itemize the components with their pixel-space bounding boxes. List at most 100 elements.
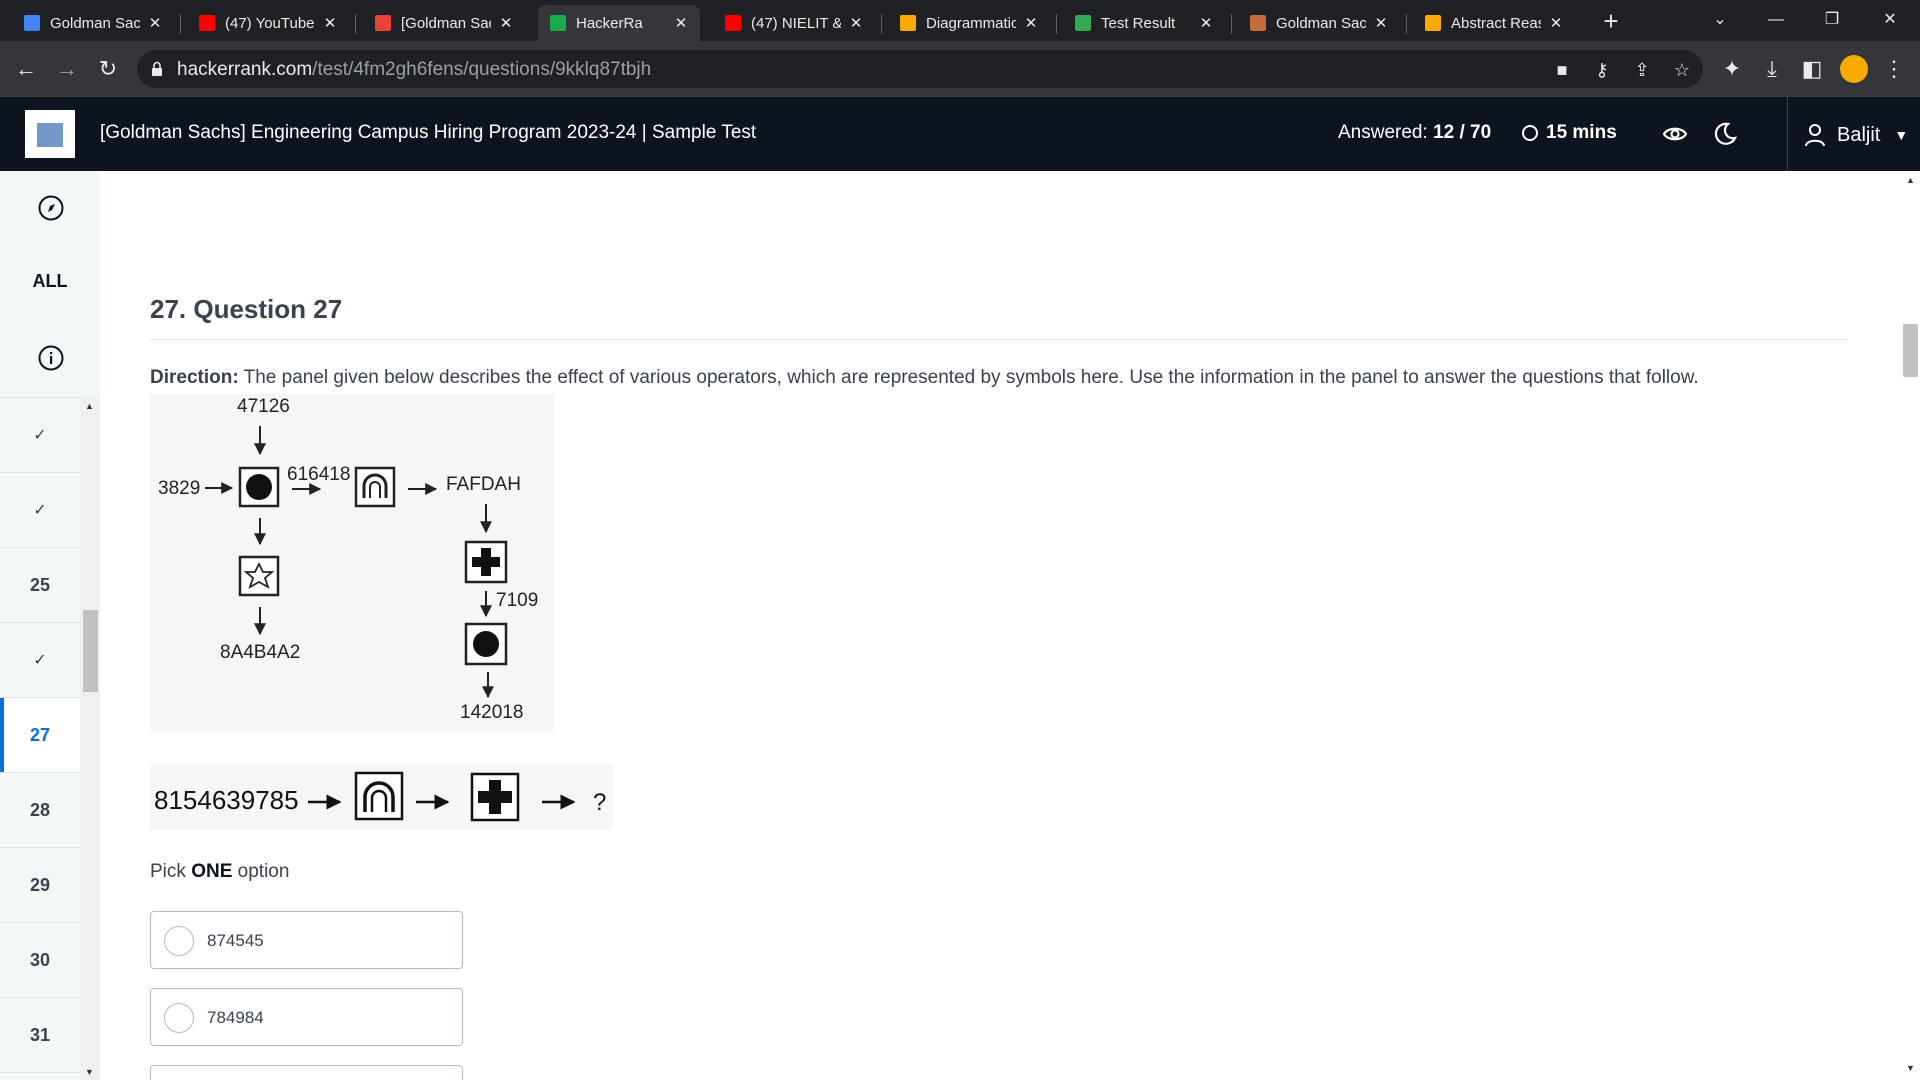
key-icon[interactable]: ⚷ — [1591, 59, 1613, 81]
sidebar-scroll-thumb[interactable] — [83, 610, 98, 692]
question-number: 27 — [29, 724, 51, 745]
extensions-icon[interactable]: ✦ — [1718, 55, 1746, 83]
bookmark-star-icon[interactable]: ☆ — [1671, 59, 1693, 81]
sidebar-question-item[interactable]: 29 — [0, 848, 80, 923]
sidebar-top: ALL — [0, 171, 100, 397]
panel-bottom-right: 142018 — [460, 702, 523, 723]
page-scroll-up[interactable]: ▲ — [1906, 175, 1915, 185]
tab-close-icon[interactable]: ✕ — [1547, 14, 1565, 32]
sidebar-question-item[interactable]: ✓ — [0, 473, 80, 548]
browser-tab[interactable]: Goldman Sac ✕ — [1238, 5, 1400, 41]
browser-tab[interactable]: Goldman Sach ✕ — [12, 5, 174, 41]
camera-blocked-icon[interactable]: ■ — [1551, 59, 1573, 81]
user-menu[interactable]: Baljit ▼ — [1803, 122, 1908, 148]
browser-tab[interactable]: (47) YouTube ✕ — [187, 5, 349, 41]
tab-separator — [1406, 14, 1407, 34]
address-bar[interactable]: hackerrank.com/test/4fm2gh6fens/question… — [137, 50, 1703, 88]
tab-title: Goldman Sac — [1276, 14, 1366, 32]
sidebar-question-item[interactable]: ✓ — [0, 623, 80, 698]
problem-image: 8154639785 ? — [150, 764, 613, 830]
compass-icon[interactable] — [38, 195, 64, 221]
scroll-down-arrow[interactable]: ▼ — [85, 1067, 94, 1077]
question-number: 29 — [29, 874, 51, 895]
tab-close-icon[interactable]: ✕ — [321, 14, 339, 32]
page-scroll-down[interactable]: ▼ — [1906, 1063, 1915, 1073]
reload-icon[interactable]: ↻ — [94, 55, 122, 83]
question-list: ✓ ✓ 25 ✓ 27 28 29 30 31 — [0, 397, 80, 1080]
pick-instruction: Pick ONE option — [150, 861, 290, 882]
tab-title: [Goldman Sac — [401, 14, 491, 32]
gmail-icon — [375, 15, 391, 31]
share-icon[interactable]: ⇪ — [1631, 59, 1653, 81]
warning-icon — [1425, 15, 1441, 31]
caret-down-icon: ▼ — [1894, 127, 1909, 143]
info-icon[interactable] — [38, 345, 64, 371]
restore-icon[interactable]: ❐ — [1812, 6, 1852, 34]
tab-close-icon[interactable]: ✕ — [1372, 14, 1390, 32]
new-tab-button[interactable]: + — [1597, 8, 1625, 36]
download-icon[interactable]: ⤓ — [1758, 55, 1786, 83]
tab-close-icon[interactable]: ✕ — [497, 14, 515, 32]
close-window-icon[interactable]: ✕ — [1870, 6, 1910, 34]
question-number: 31 — [29, 1024, 51, 1045]
tab-close-icon[interactable]: ✕ — [146, 14, 164, 32]
youtube-icon — [199, 15, 215, 31]
browser-tab[interactable]: HackerRa ✕ — [538, 5, 700, 41]
question-number: 25 — [29, 574, 51, 595]
tab-separator — [1231, 14, 1232, 34]
side-panel-icon[interactable]: ◧ — [1798, 55, 1826, 83]
browser-tab[interactable]: Diagrammatic ✕ — [888, 5, 1050, 41]
option-label: 874545 — [207, 931, 264, 950]
sidebar-question-item[interactable]: 25 — [0, 548, 80, 623]
tab-title: Goldman Sach — [50, 14, 140, 32]
hackerrank-icon — [550, 15, 566, 31]
tab-close-icon[interactable]: ✕ — [1022, 14, 1040, 32]
tab-close-icon[interactable]: ✕ — [1197, 14, 1215, 32]
sidebar-question-item[interactable]: 27 — [0, 698, 80, 773]
sidebar-question-item[interactable]: 28 — [0, 773, 80, 848]
panel-top-input: 47126 — [237, 396, 290, 417]
forward-icon[interactable]: → — [53, 55, 81, 83]
sidebar-question-item[interactable]: 31 — [0, 998, 80, 1073]
sidebar-question-item[interactable]: ✓ — [0, 398, 80, 473]
warning-icon — [900, 15, 916, 31]
page-scroll-thumb[interactable] — [1903, 324, 1918, 377]
back-icon[interactable]: ← — [12, 55, 40, 83]
all-questions-link[interactable]: ALL — [0, 271, 100, 292]
tab-title: Diagrammatic — [926, 14, 1016, 32]
answer-option-partial[interactable] — [150, 1065, 463, 1080]
minimize-icon[interactable]: — — [1756, 6, 1796, 34]
answer-option[interactable]: 874545 — [150, 911, 463, 969]
checkmark-icon: ✓ — [33, 427, 47, 444]
question-direction: Direction: The panel given below describ… — [150, 367, 1699, 388]
radio-button[interactable] — [164, 926, 194, 956]
chrome-menu-icon[interactable]: ⋮ — [1880, 55, 1908, 83]
page-scrollbar[interactable]: ▲ ▼ — [1900, 171, 1920, 1080]
tab-search-icon[interactable]: ⌄ — [1700, 6, 1740, 34]
tab-title: (47) YouTube — [225, 14, 315, 32]
sidebar-question-item[interactable]: 30 — [0, 923, 80, 998]
mascot-icon — [1250, 15, 1266, 31]
dark-mode-icon[interactable] — [1712, 121, 1738, 147]
docs-icon — [24, 15, 40, 31]
browser-tab[interactable]: Abstract Reas ✕ — [1413, 5, 1575, 41]
radio-button[interactable] — [164, 1003, 194, 1033]
checkmark-icon: ✓ — [33, 652, 47, 669]
url-text: hackerrank.com/test/4fm2gh6fens/question… — [177, 59, 652, 80]
tab-close-icon[interactable]: ✕ — [672, 14, 690, 32]
tab-close-icon[interactable]: ✕ — [847, 14, 865, 32]
youtube-icon — [725, 15, 741, 31]
sidebar-scrollbar[interactable]: ▲ ▼ — [80, 397, 100, 1080]
answer-option[interactable]: 784984 — [150, 988, 463, 1046]
browser-tab[interactable]: (47) NIELIT & ✕ — [713, 5, 875, 41]
eye-icon[interactable] — [1662, 121, 1688, 147]
checkmark-icon: ✓ — [33, 502, 47, 519]
problem-input: 8154639785 — [154, 785, 299, 815]
profile-avatar[interactable] — [1840, 55, 1868, 83]
browser-tab[interactable]: [Goldman Sac ✕ — [363, 5, 525, 41]
browser-tab[interactable]: Test Result ✕ — [1063, 5, 1225, 41]
goldman-sachs-logo — [25, 110, 75, 158]
title-divider — [150, 339, 1847, 340]
scroll-up-arrow[interactable]: ▲ — [85, 401, 94, 411]
panel-left-input: 3829 — [158, 478, 200, 499]
